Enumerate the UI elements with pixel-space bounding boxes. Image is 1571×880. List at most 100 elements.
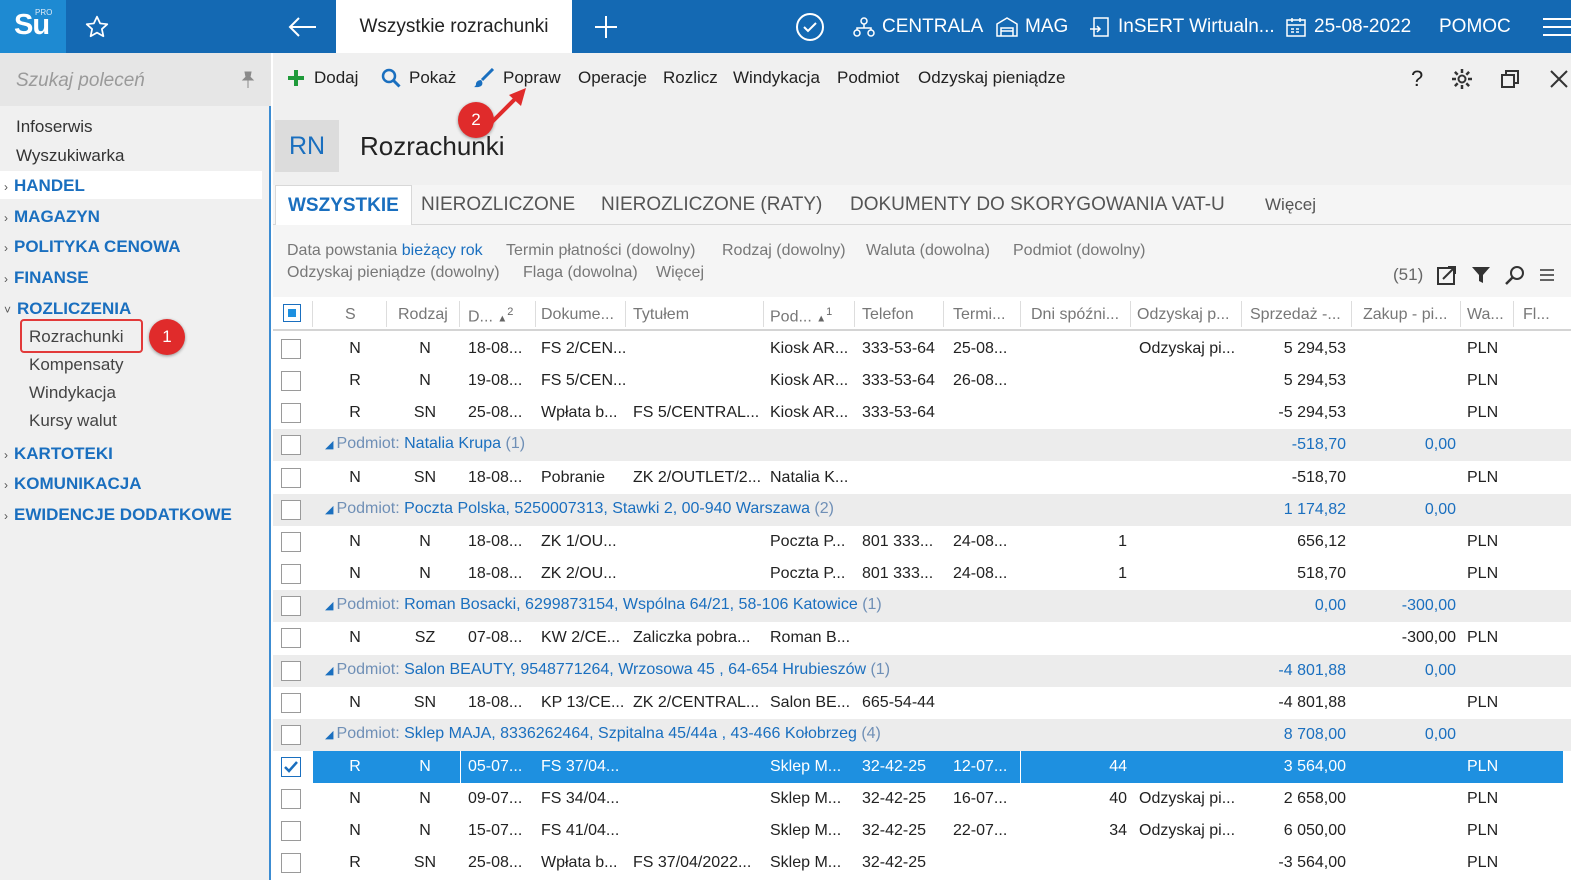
table-row[interactable]: R N 19-08... FS 5/CEN... Kiosk AR... 333-53-6… (273, 365, 1571, 397)
close-icon[interactable] (1549, 69, 1569, 89)
collapse-triangle-icon[interactable]: ◢ (325, 504, 337, 516)
col-waluta[interactable]: Wa... (1467, 306, 1504, 324)
col-rodzaj[interactable]: Rodzaj (398, 306, 448, 324)
col-flaga[interactable]: Fl... (1523, 306, 1550, 324)
menu-lines-icon[interactable] (1539, 267, 1555, 283)
table-row[interactable]: N N 09-07... FS 34/04... Sklep M... 32-42-25 1… (273, 783, 1571, 815)
row-checkbox[interactable] (281, 435, 301, 456)
filter-termin[interactable]: Termin płatności (dowolny) (506, 242, 695, 260)
group-row[interactable]: ◢ Podmiot: Poczta Polska, 5250007313, St… (273, 493, 1571, 526)
row-checkbox[interactable] (281, 628, 301, 649)
table-row[interactable]: R SN 25-08... Wpłata b... FS 5/CENTRAL... Kio… (273, 397, 1571, 429)
col-podmiot[interactable]: Pod... ▲1 (770, 306, 832, 326)
hamburger-menu-icon[interactable] (1540, 0, 1571, 53)
col-termin[interactable]: Termi... (953, 306, 1005, 324)
row-checkbox[interactable] (281, 596, 301, 617)
tab-dokumenty-vat[interactable]: DOKUMENTY DO SKORYGOWANIA VAT-U (850, 185, 1225, 225)
windykacja-button[interactable]: Windykacja (733, 68, 820, 88)
sidebar-section-ewidencje[interactable]: › EWIDENCJE DODATKOWE (4, 505, 232, 525)
filter-odzyskaj[interactable]: Odzyskaj pieniądze (dowolny) (287, 264, 500, 282)
pokaz-button[interactable]: Pokaż (381, 68, 456, 88)
table-row[interactable]: N N 18-08... FS 2/CEN... Kiosk AR... 333-53-6… (273, 333, 1571, 365)
restore-window-icon[interactable] (1500, 69, 1520, 89)
app-logo[interactable]: Su PRO (0, 0, 66, 53)
pin-icon[interactable] (240, 71, 256, 94)
group-row[interactable]: ◢ Podmiot: Roman Bosacki, 6299873154, Ws… (273, 590, 1571, 623)
sidebar-item-windykacja[interactable]: Windykacja (29, 383, 116, 403)
table-row[interactable]: R N 05-07... FS 37/04... Sklep M... 32-42-25 1… (273, 750, 1571, 783)
table-row[interactable]: N N 15-07... FS 41/04... Sklep M... 32-42-25 2… (273, 815, 1571, 847)
sidebar-item-kursy-walut[interactable]: Kursy walut (29, 411, 117, 431)
tab-nierozliczone[interactable]: NIEROZLICZONE (421, 185, 575, 225)
table-row[interactable]: N N 18-08... ZK 2/OU... Poczta P... 801 333..… (273, 558, 1571, 590)
row-checkbox[interactable] (281, 403, 301, 424)
odzyskaj-pieniadze-button[interactable]: Odzyskaj pieniądze (918, 68, 1065, 88)
filter-podmiot[interactable]: Podmiot (dowolny) (1013, 242, 1146, 260)
help-button[interactable]: ? (1411, 66, 1423, 92)
group-label[interactable]: ◢ Podmiot: Natalia Krupa (1) (325, 435, 525, 453)
favorites-star-icon[interactable] (84, 0, 110, 53)
sidebar-section-handel[interactable]: › HANDEL (4, 176, 85, 196)
collapse-triangle-icon[interactable]: ◢ (325, 665, 337, 677)
table-row[interactable]: N SN 18-08... KP 13/CE... ZK 2/CENTRAL... Sal… (273, 687, 1571, 719)
filter-data-powstania[interactable]: Data powstania bieżący rok (287, 242, 483, 260)
table-row[interactable]: N SN 18-08... Pobranie ZK 2/OUTLET/2... Natal… (273, 462, 1571, 494)
row-checkbox[interactable] (281, 756, 301, 777)
rozlicz-button[interactable]: Rozlicz (663, 68, 718, 88)
select-all-checkbox[interactable] (283, 304, 301, 322)
sidebar-item-rozrachunki[interactable]: Rozrachunki (29, 327, 124, 347)
sidebar-section-finanse[interactable]: › FINANSE (4, 268, 89, 288)
command-search-input[interactable]: Szukaj poleceń (0, 53, 271, 106)
filter-funnel-icon[interactable] (1471, 265, 1491, 285)
row-checkbox[interactable] (281, 789, 301, 810)
col-data[interactable]: D... ▲2 (468, 306, 513, 326)
centrala-button[interactable]: CENTRALA (852, 0, 983, 53)
col-sprzedaz[interactable]: Sprzedaż -... (1250, 306, 1341, 324)
tab-wiecej[interactable]: Więcej (1265, 185, 1316, 225)
sidebar-section-polityka-cenowa[interactable]: › POLITYKA CENOWA (4, 237, 181, 257)
col-telefon[interactable]: Telefon (862, 306, 914, 324)
row-checkbox[interactable] (281, 339, 301, 359)
col-odzyskaj[interactable]: Odzyskaj p... (1137, 306, 1229, 324)
date-button[interactable]: 25-08-2022 (1285, 0, 1411, 53)
export-icon[interactable] (1437, 265, 1457, 285)
row-checkbox[interactable] (281, 692, 301, 713)
col-tytulem[interactable]: Tytułem (633, 306, 689, 324)
mag-button[interactable]: MAG (995, 0, 1068, 53)
sidebar-section-komunikacja[interactable]: › KOMUNIKACJA (4, 474, 142, 494)
dodaj-button[interactable]: Dodaj (286, 68, 358, 88)
back-arrow-icon[interactable] (286, 0, 318, 53)
group-label[interactable]: ◢ Podmiot: Sklep MAJA, 8336262464, Szpit… (325, 725, 881, 743)
group-label[interactable]: ◢ Podmiot: Roman Bosacki, 6299873154, Ws… (325, 596, 882, 614)
tab-wszystkie[interactable]: WSZYSTKIE (275, 185, 412, 225)
row-checkbox[interactable] (281, 499, 301, 520)
group-row[interactable]: ◢ Podmiot: Natalia Krupa (1) -518,70 0,00 (273, 429, 1571, 462)
table-row[interactable]: N SZ 07-08... KW 2/CE... Zaliczka pobra... Ro… (273, 622, 1571, 654)
group-row[interactable]: ◢ Podmiot: Sklep MAJA, 8336262464, Szpit… (273, 718, 1571, 751)
filter-flaga[interactable]: Flaga (dowolna) (523, 264, 638, 282)
row-checkbox[interactable] (281, 821, 301, 842)
row-checkbox[interactable] (281, 467, 301, 488)
row-checkbox[interactable] (281, 853, 301, 874)
tab-nierozliczone-raty[interactable]: NIEROZLICZONE (RATY) (601, 185, 822, 225)
filter-waluta[interactable]: Waluta (dowolna) (866, 242, 990, 260)
company-button[interactable]: InSERT Wirtualn... (1088, 0, 1275, 53)
sidebar-item-wyszukiwarka[interactable]: Wyszukiwarka (16, 146, 124, 166)
grid-search-icon[interactable] (1505, 265, 1525, 285)
table-row[interactable]: R SN 25-08... Wpłata b... FS 37/04/2022... Sk… (273, 847, 1571, 879)
group-label[interactable]: ◢ Podmiot: Salon BEAUTY, 9548771264, Wrz… (325, 661, 890, 679)
col-dokument[interactable]: Dokume... (541, 306, 614, 324)
filter-rodzaj[interactable]: Rodzaj (dowolny) (722, 242, 846, 260)
row-checkbox[interactable] (281, 660, 301, 681)
col-s[interactable]: S (345, 306, 356, 324)
sidebar-section-rozliczenia[interactable]: ˅ ROZLICZENIA (4, 299, 131, 319)
operacje-button[interactable]: Operacje (578, 68, 647, 88)
check-circle-icon[interactable] (795, 0, 825, 53)
sidebar-section-magazyn[interactable]: › MAGAZYN (4, 207, 100, 227)
sidebar-section-kartoteki[interactable]: › KARTOTEKI (4, 444, 113, 464)
collapse-triangle-icon[interactable]: ◢ (325, 439, 337, 451)
table-row[interactable]: N N 18-08... ZK 1/OU... Poczta P... 801 333..… (273, 526, 1571, 558)
col-dni-spoznienia[interactable]: Dni spóźni... (1031, 306, 1119, 324)
gear-icon[interactable] (1451, 68, 1473, 90)
collapse-triangle-icon[interactable]: ◢ (325, 600, 337, 612)
